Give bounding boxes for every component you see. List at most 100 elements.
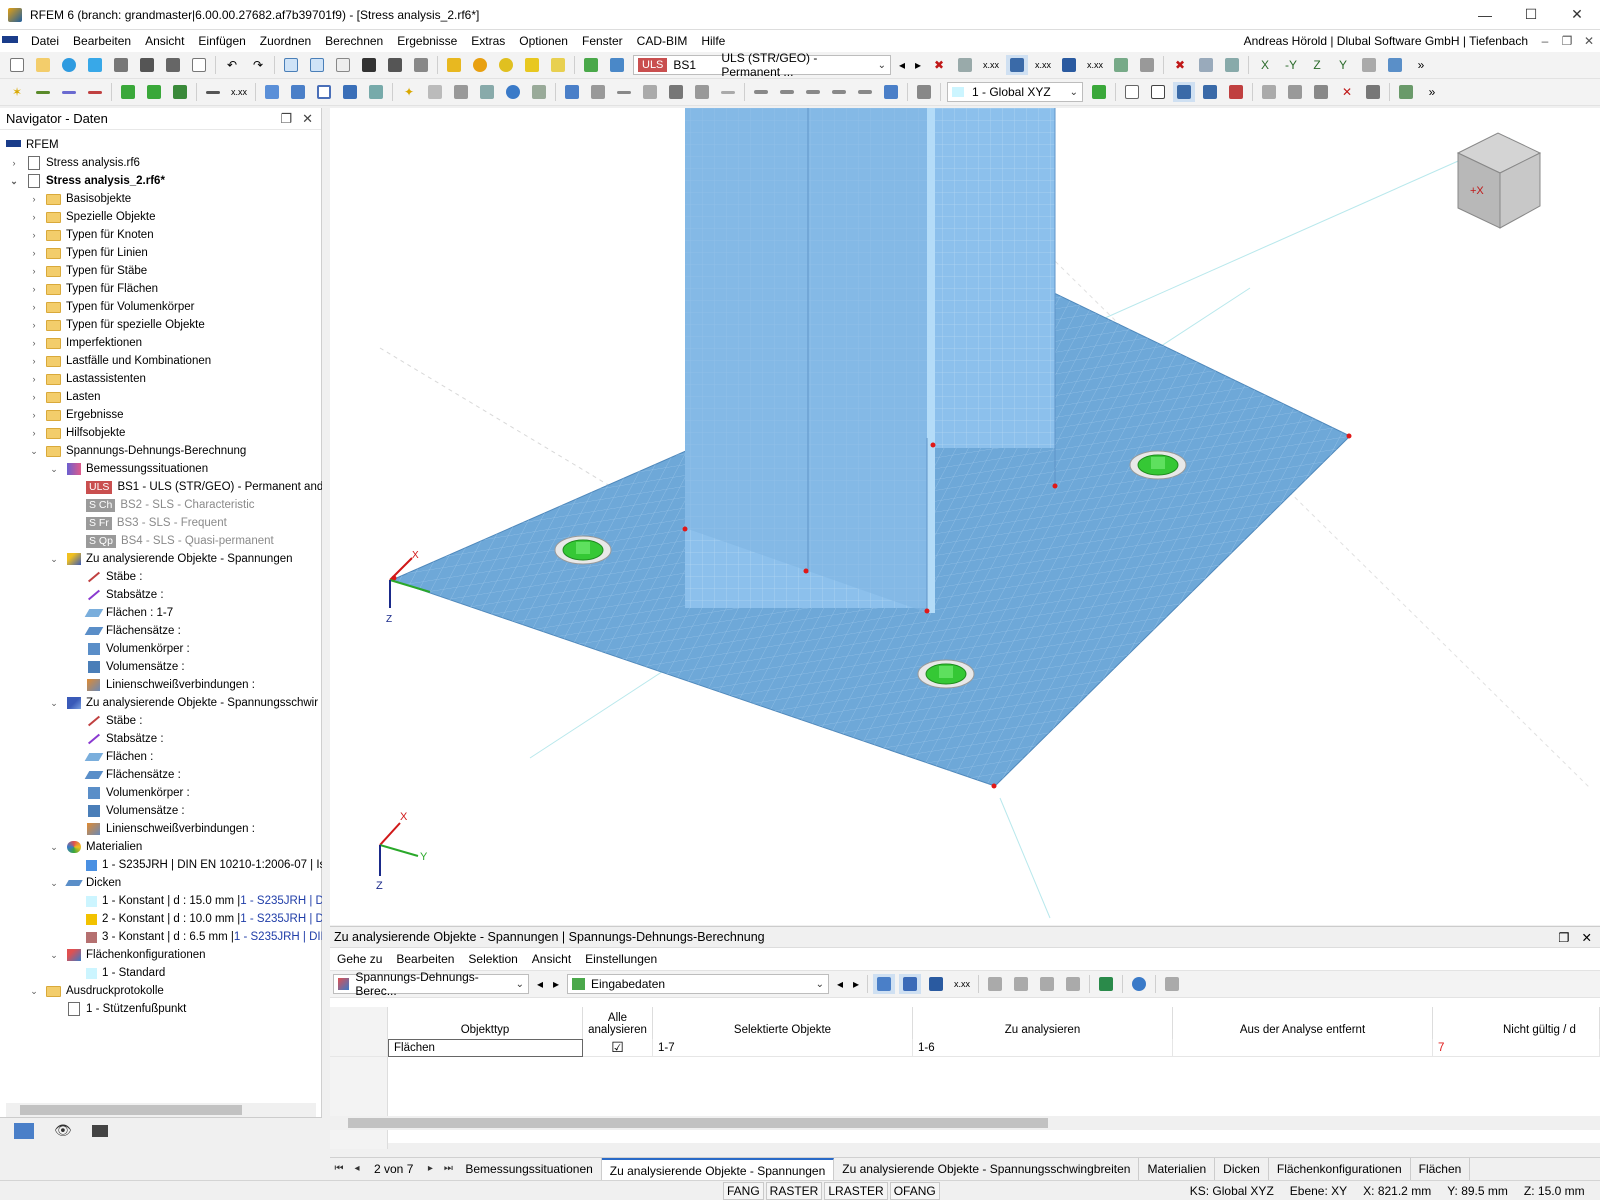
view-cube[interactable]: +X <box>1456 132 1542 229</box>
object-snap-toggle[interactable]: OFANG <box>889 1181 940 1200</box>
doc-minimize-icon[interactable]: – <box>1534 34 1556 48</box>
tree-surface-config-1[interactable]: 1 - Standard <box>86 964 165 982</box>
result-values-icon[interactable] <box>954 55 976 75</box>
move-left-icon[interactable] <box>1036 974 1058 994</box>
new-file-icon[interactable] <box>6 55 28 75</box>
table-row[interactable]: Flächen <box>388 1039 583 1057</box>
menu-gehe-zu[interactable]: Gehe zu <box>330 952 389 966</box>
scale-icon[interactable] <box>854 82 876 102</box>
hinge-icon[interactable] <box>169 82 191 102</box>
table-scrollbar[interactable] <box>330 1116 1600 1130</box>
coordinate-icon[interactable]: x.xx <box>228 82 250 102</box>
view-y-icon[interactable]: Y <box>1332 55 1354 75</box>
relative-values-icon[interactable]: x.xx <box>1084 55 1106 75</box>
tree-situation-bs4[interactable]: S Qp BS4 - SLS - Quasi-permanent <box>86 532 274 550</box>
view-minus-y-icon[interactable]: -Y <box>1280 55 1302 75</box>
prev-page-icon[interactable]: ◂ <box>348 1163 366 1174</box>
menu-selektion[interactable]: Selektion <box>461 952 524 966</box>
delete-icon[interactable]: ✕ <box>1336 82 1358 102</box>
magnet-icon[interactable] <box>587 82 609 102</box>
calculate-all-icon[interactable] <box>469 55 491 75</box>
structure-icon[interactable] <box>424 82 446 102</box>
close-button[interactable]: ✕ <box>1554 0 1600 30</box>
prev-arrow-icon[interactable]: ◂ <box>896 55 908 75</box>
anchor-support[interactable] <box>554 535 612 565</box>
clipping-icon[interactable] <box>1225 82 1247 102</box>
deformation-icon[interactable] <box>1006 55 1028 75</box>
prev-arrow-icon[interactable]: ◂ <box>534 974 546 994</box>
menu-einfuegen[interactable]: Einfügen <box>191 30 252 52</box>
symmetry-icon[interactable] <box>1310 82 1332 102</box>
cloud-icon[interactable] <box>58 55 80 75</box>
object-snap-icon[interactable] <box>1199 82 1221 102</box>
tab-bemessungssituationen[interactable]: Bemessungssituationen <box>457 1157 602 1180</box>
line-support-icon[interactable] <box>143 82 165 102</box>
print-icon[interactable] <box>110 55 132 75</box>
rotate-icon[interactable] <box>717 82 739 102</box>
model-viewport[interactable]: X Z X Y Z +X <box>330 108 1600 925</box>
line-grid-toggle[interactable]: LRASTER <box>824 1181 888 1200</box>
cell-analyze[interactable]: 1-6 <box>913 1039 1173 1057</box>
table-type-combo[interactable]: Eingabedaten ⌄ <box>567 974 829 994</box>
hatching-icon[interactable] <box>1136 55 1158 75</box>
col-header-zu-analysieren[interactable]: Zu analysieren <box>913 1007 1173 1039</box>
tab-objekte-schwingbreiten[interactable]: Zu analysierende Objekte - Spannungsschw… <box>834 1157 1140 1180</box>
values-icon[interactable]: x.xx <box>951 974 973 994</box>
tree-folder[interactable]: › Lastassistenten <box>28 370 146 388</box>
tree-item[interactable]: Flächen : 1-7 <box>84 604 173 622</box>
surface-set-icon[interactable] <box>339 82 361 102</box>
tree-folder[interactable]: › Typen für Volumenkörper <box>28 298 195 316</box>
more-icon[interactable]: » <box>1410 55 1432 75</box>
camera-icon[interactable] <box>665 82 687 102</box>
arc-icon[interactable] <box>84 82 106 102</box>
settings-icon[interactable] <box>1362 82 1384 102</box>
curve-icon[interactable] <box>613 82 635 102</box>
tree-item[interactable]: Flächensätze : <box>84 766 181 784</box>
float-icon[interactable]: ❐ <box>280 111 292 127</box>
align-icon[interactable] <box>880 82 902 102</box>
opening-icon[interactable] <box>313 82 335 102</box>
select-in-model-icon[interactable] <box>873 974 895 994</box>
insert-row-icon[interactable] <box>984 974 1006 994</box>
menu-ansicht[interactable]: Ansicht <box>138 30 191 52</box>
redo-icon[interactable]: ↷ <box>247 55 269 75</box>
close-icon[interactable]: ✕ <box>1582 930 1592 945</box>
tree-item[interactable]: Flächen : <box>84 748 153 766</box>
tree-folder[interactable]: › Imperfektionen <box>28 334 143 352</box>
mirror-icon[interactable] <box>750 82 772 102</box>
last-page-icon[interactable]: ⏭ <box>439 1163 457 1174</box>
views-tab-icon[interactable] <box>91 1124 108 1137</box>
tree-folder[interactable]: › Typen für Flächen <box>28 280 159 298</box>
tab-flaechen[interactable]: Flächen <box>1411 1157 1471 1180</box>
snap-icon[interactable] <box>1147 82 1169 102</box>
hide-results-icon[interactable]: ✖ <box>928 55 950 75</box>
save-all-icon[interactable] <box>162 55 184 75</box>
undo-icon[interactable]: ↶ <box>221 55 243 75</box>
menu-ergebnisse[interactable]: Ergebnisse <box>390 30 464 52</box>
mesh-icon[interactable] <box>365 82 387 102</box>
menu-cad-bim[interactable]: CAD-BIM <box>630 30 695 52</box>
tree-item[interactable]: Linienschweißverbindungen : <box>86 820 255 838</box>
next-arrow-icon[interactable]: ▸ <box>850 974 862 994</box>
tree-item[interactable]: Stäbe : <box>86 568 142 586</box>
tree-stress-strain[interactable]: ⌄ Spannungs-Dehnungs-Berechnung <box>28 442 246 460</box>
tree-folder[interactable]: › Basisobjekte <box>28 190 132 208</box>
load-case-combo[interactable]: ULS BS1 ULS (STR/GEO) - Permanent ... ⌄ <box>633 51 891 79</box>
view-3d-icon[interactable] <box>1195 55 1217 75</box>
tree-printouts[interactable]: ⌄ Ausdruckprotokolle <box>28 982 164 1000</box>
prev-arrow-icon[interactable]: ◂ <box>834 974 846 994</box>
calculate-icon[interactable] <box>443 55 465 75</box>
globe-icon[interactable] <box>502 82 524 102</box>
cell-selected[interactable]: 1-7 <box>653 1039 913 1057</box>
tree-folder[interactable]: › Spezielle Objekte <box>28 208 156 226</box>
properties-icon[interactable] <box>332 55 354 75</box>
col-header-selektierte[interactable]: Selektierte Objekte <box>653 1007 913 1039</box>
data-tab-icon[interactable] <box>14 1122 34 1139</box>
navigator-toggle-icon[interactable] <box>280 55 302 75</box>
display-tab-icon[interactable]: 👁 <box>54 1122 72 1139</box>
navigator-scrollbar[interactable] <box>6 1103 316 1117</box>
tree-folder[interactable]: › Lastfälle und Kombinationen <box>28 352 212 370</box>
guideline-icon[interactable] <box>913 82 935 102</box>
move-right-icon[interactable] <box>1062 974 1084 994</box>
view-settings-icon[interactable] <box>1358 55 1380 75</box>
